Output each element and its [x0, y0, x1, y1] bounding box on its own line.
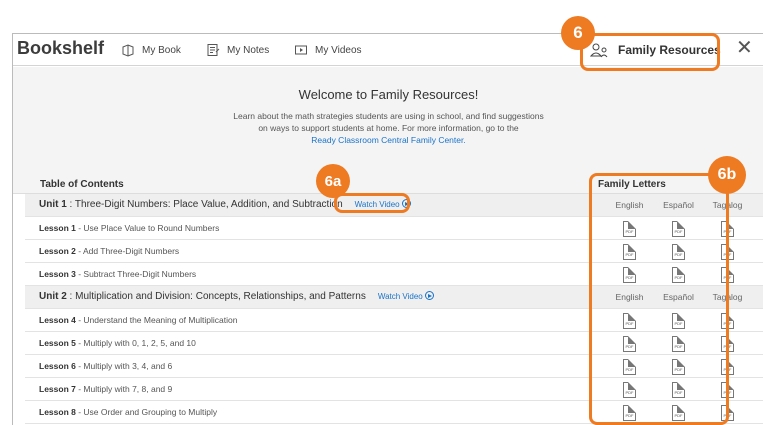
my-videos-link[interactable]: My Videos — [294, 43, 362, 57]
welcome-title: Welcome to Family Resources! — [298, 87, 479, 102]
lesson-title: Lesson 7 - Multiply with 7, 8, and 9 — [39, 384, 172, 394]
row-title-text: - Add Three-Digit Numbers — [75, 246, 180, 256]
lesson-title: Lesson 1 - Use Place Value to Round Numb… — [39, 223, 219, 233]
my-notes-link[interactable]: My Notes — [206, 43, 269, 57]
my-notes-label: My Notes — [227, 44, 270, 56]
my-book-link[interactable]: My Book — [121, 43, 181, 57]
my-videos-label: My Videos — [315, 44, 362, 56]
lesson-title: Lesson 8 - Use Order and Grouping to Mul… — [39, 407, 217, 417]
welcome-text: Learn about the math strategies students… — [13, 110, 763, 134]
row-title-text: - Multiply with 3, 4, and 6 — [75, 361, 173, 371]
lesson-title: Lesson 6 - Multiply with 3, 4, and 6 — [39, 361, 172, 371]
unit-number: Unit 1 — [39, 199, 67, 210]
lesson-number: Lesson 7 — [39, 384, 76, 394]
close-icon[interactable]: ✕ — [736, 38, 753, 58]
callout-badge-6b: 6b — [708, 156, 746, 194]
row-title-text: : Three-Digit Numbers: Place Value, Addi… — [66, 199, 343, 210]
unit-title: Unit 2 : Multiplication and Division: Co… — [39, 291, 434, 302]
row-title-text: - Multiply with 0, 1, 2, 5, and 10 — [75, 338, 196, 348]
watch-video-link[interactable]: Watch Video — [377, 291, 434, 301]
watch-video-highlight — [334, 193, 410, 213]
lesson-number: Lesson 8 — [39, 407, 76, 417]
callout-badge-6: 6 — [561, 16, 595, 50]
row-title-text: - Understand the Meaning of Multiplicati… — [75, 315, 238, 325]
row-title-text: - Subtract Three-Digit Numbers — [75, 269, 197, 279]
my-book-label: My Book — [142, 44, 181, 56]
family-letters-highlight — [589, 173, 729, 425]
row-title-text: - Multiply with 7, 8, and 9 — [75, 384, 173, 394]
toc-title: Table of Contents — [40, 179, 124, 190]
video-icon — [295, 45, 307, 55]
lesson-number: Lesson 6 — [39, 361, 76, 371]
welcome-line-1: Learn about the math strategies students… — [233, 111, 544, 121]
lesson-number: Lesson 3 — [39, 269, 76, 279]
lesson-number: Lesson 4 — [39, 315, 76, 325]
family-center-link[interactable]: Ready Classroom Central Family Center. — [13, 134, 763, 146]
family-resources-highlight — [580, 33, 720, 71]
unit-number: Unit 2 — [39, 291, 67, 302]
row-title-text: - Use Place Value to Round Numbers — [75, 223, 220, 233]
lesson-title: Lesson 3 - Subtract Three-Digit Numbers — [39, 269, 196, 279]
lesson-number: Lesson 1 — [39, 223, 76, 233]
lesson-title: Lesson 4 - Understand the Meaning of Mul… — [39, 315, 237, 325]
bookshelf-title[interactable]: Bookshelf — [17, 38, 104, 59]
lesson-title: Lesson 2 - Add Three-Digit Numbers — [39, 246, 179, 256]
watch-video-label: Watch Video — [377, 292, 423, 301]
lesson-number: Lesson 2 — [39, 246, 76, 256]
callout-badge-6a: 6a — [316, 164, 350, 198]
row-title-text: - Use Order and Grouping to Multiply — [75, 407, 218, 417]
book-icon — [122, 44, 134, 57]
welcome-line-2: on ways to support students at home. For… — [258, 123, 519, 133]
notes-icon — [207, 44, 220, 56]
play-circle-icon — [424, 291, 434, 300]
lesson-title: Lesson 5 - Multiply with 0, 1, 2, 5, and… — [39, 338, 196, 348]
row-title-text: : Multiplication and Division: Concepts,… — [66, 291, 366, 302]
lesson-number: Lesson 5 — [39, 338, 76, 348]
